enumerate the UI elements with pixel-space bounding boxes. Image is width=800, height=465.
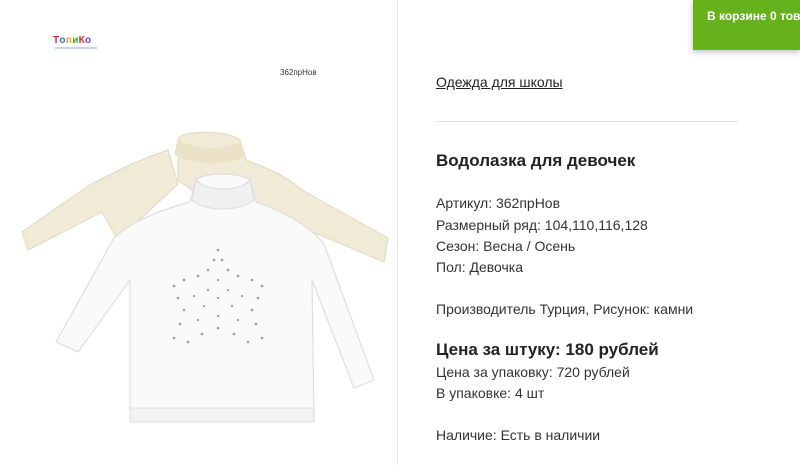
image-sku-label: 362прНов — [280, 68, 317, 77]
cart-count: 0 — [769, 9, 777, 23]
category-link[interactable]: Одежда для школы — [436, 74, 563, 90]
cart-label: В корзине — [707, 9, 767, 23]
availability-status: Наличие: Есть в наличии — [436, 427, 601, 443]
product-manufacturer: Производитель Турция, Рисунок: камни — [436, 301, 694, 317]
product-article: Артикул: 362прНов — [436, 195, 561, 211]
brand-logo-underline — [55, 47, 97, 49]
pack-quantity: В упаковке: 4 шт — [436, 385, 545, 401]
price-per-pack: Цена за упаковку: 720 рублей — [436, 364, 630, 380]
cart-unit: товаров — [780, 9, 800, 23]
product-photo[interactable] — [18, 120, 398, 465]
brand-logo-text: ТопиКо — [53, 35, 91, 46]
price-per-item: Цена за штуку: 180 рублей — [436, 340, 659, 359]
product-season: Сезон: Весна / Осень — [436, 238, 576, 254]
brand-logo: ТопиКо — [53, 35, 91, 46]
section-divider — [436, 121, 738, 122]
product-gender: Пол: Девочка — [436, 259, 524, 275]
product-title: Водолазка для девочек — [436, 151, 636, 170]
product-sizes: Размерный ряд: 104,110,116,128 — [436, 217, 648, 233]
cart-badge[interactable]: В корзине 0 товаров — [693, 0, 800, 50]
product-image-panel: ТопиКо 362прНов — [0, 0, 398, 465]
brand-logo-letter: о — [85, 35, 92, 46]
